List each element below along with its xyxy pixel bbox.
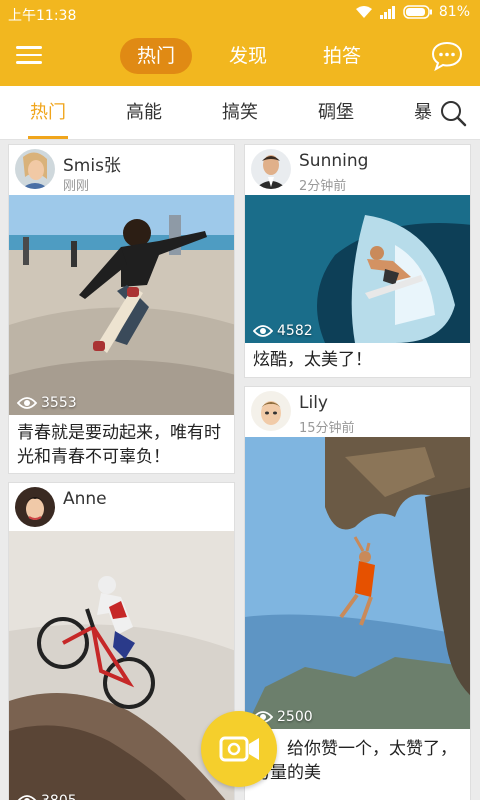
battery-percent: 81% xyxy=(438,4,470,20)
post-time: 15分钟前 xyxy=(299,421,355,436)
tab-hot[interactable]: 热门 xyxy=(120,38,192,74)
category-awesome[interactable]: 碉堡 xyxy=(318,86,354,139)
search-icon[interactable] xyxy=(438,98,468,128)
post-caption[interactable]: 哥，给你赞一个，太赞了，力量的美 xyxy=(253,737,462,785)
category-tabs: 热门 高能 搞笑 碉堡 暴 xyxy=(0,86,480,140)
post-caption[interactable]: 青春就是要动起来，唯有时光和青春不可辜负！ xyxy=(17,421,226,469)
feed-card[interactable]: Lily 15分钟前 2500 哥，给你赞一个，太赞了，力量的美 xyxy=(244,386,471,800)
card-header: Lily 15分钟前 xyxy=(245,387,470,437)
username[interactable]: Anne xyxy=(63,489,107,509)
username[interactable]: Smis张 xyxy=(63,151,121,176)
card-header: Sunning 2分钟前 xyxy=(245,145,470,195)
view-count-value: 4582 xyxy=(277,323,313,339)
post-time: 刚刚 xyxy=(63,179,90,194)
category-hot[interactable]: 热门 xyxy=(28,86,68,139)
post-photo-climb[interactable]: 2500 xyxy=(245,437,470,729)
card-header: Smis张 刚刚 xyxy=(9,145,234,195)
view-count-value: 2500 xyxy=(277,709,313,725)
feed-card[interactable]: Sunning 2分钟前 4582 炫酷，太美了！ xyxy=(244,144,471,378)
battery-icon xyxy=(403,5,433,19)
record-video-button[interactable] xyxy=(201,711,277,787)
menu-icon[interactable] xyxy=(16,41,50,71)
username[interactable]: Lily xyxy=(299,393,328,413)
post-caption[interactable]: 炫酷，太美了！ xyxy=(253,348,462,372)
top-bar: 热门 发现 拍答 xyxy=(0,28,480,86)
avatar[interactable] xyxy=(251,391,291,431)
avatar[interactable] xyxy=(251,149,291,189)
chat-icon[interactable] xyxy=(430,40,464,72)
category-violent[interactable]: 暴 xyxy=(414,86,432,139)
post-photo-skateboard[interactable]: 3553 xyxy=(9,195,234,415)
card-header: Anne xyxy=(9,483,234,533)
category-energy[interactable]: 高能 xyxy=(126,86,162,139)
view-count: 3553 xyxy=(17,395,77,411)
status-time: 上午11:38 xyxy=(8,8,77,24)
post-photo-surf[interactable]: 4582 xyxy=(245,195,470,343)
wifi-icon xyxy=(355,5,373,19)
tab-discover[interactable]: 发现 xyxy=(222,38,274,74)
feed-card[interactable]: Smis张 刚刚 3553 青春就是要动起来，唯有时光和青春不可辜负！ xyxy=(8,144,235,474)
eye-icon xyxy=(17,795,37,800)
view-count: 4582 xyxy=(253,323,313,339)
avatar[interactable] xyxy=(15,487,55,527)
avatar[interactable] xyxy=(15,149,55,189)
eye-icon xyxy=(253,325,273,337)
view-count-value: 3553 xyxy=(41,395,77,411)
tab-answer[interactable]: 拍答 xyxy=(316,38,368,74)
view-count-value: 3805 xyxy=(41,793,77,800)
category-funny[interactable]: 搞笑 xyxy=(222,86,258,139)
eye-icon xyxy=(17,397,37,409)
signal-icon xyxy=(379,5,397,19)
video-camera-icon xyxy=(219,736,259,762)
username[interactable]: Sunning xyxy=(299,151,368,171)
view-count: 3805 xyxy=(17,793,77,800)
post-time: 2分钟前 xyxy=(299,179,347,194)
status-bar: 上午11:38 81% xyxy=(0,0,480,28)
